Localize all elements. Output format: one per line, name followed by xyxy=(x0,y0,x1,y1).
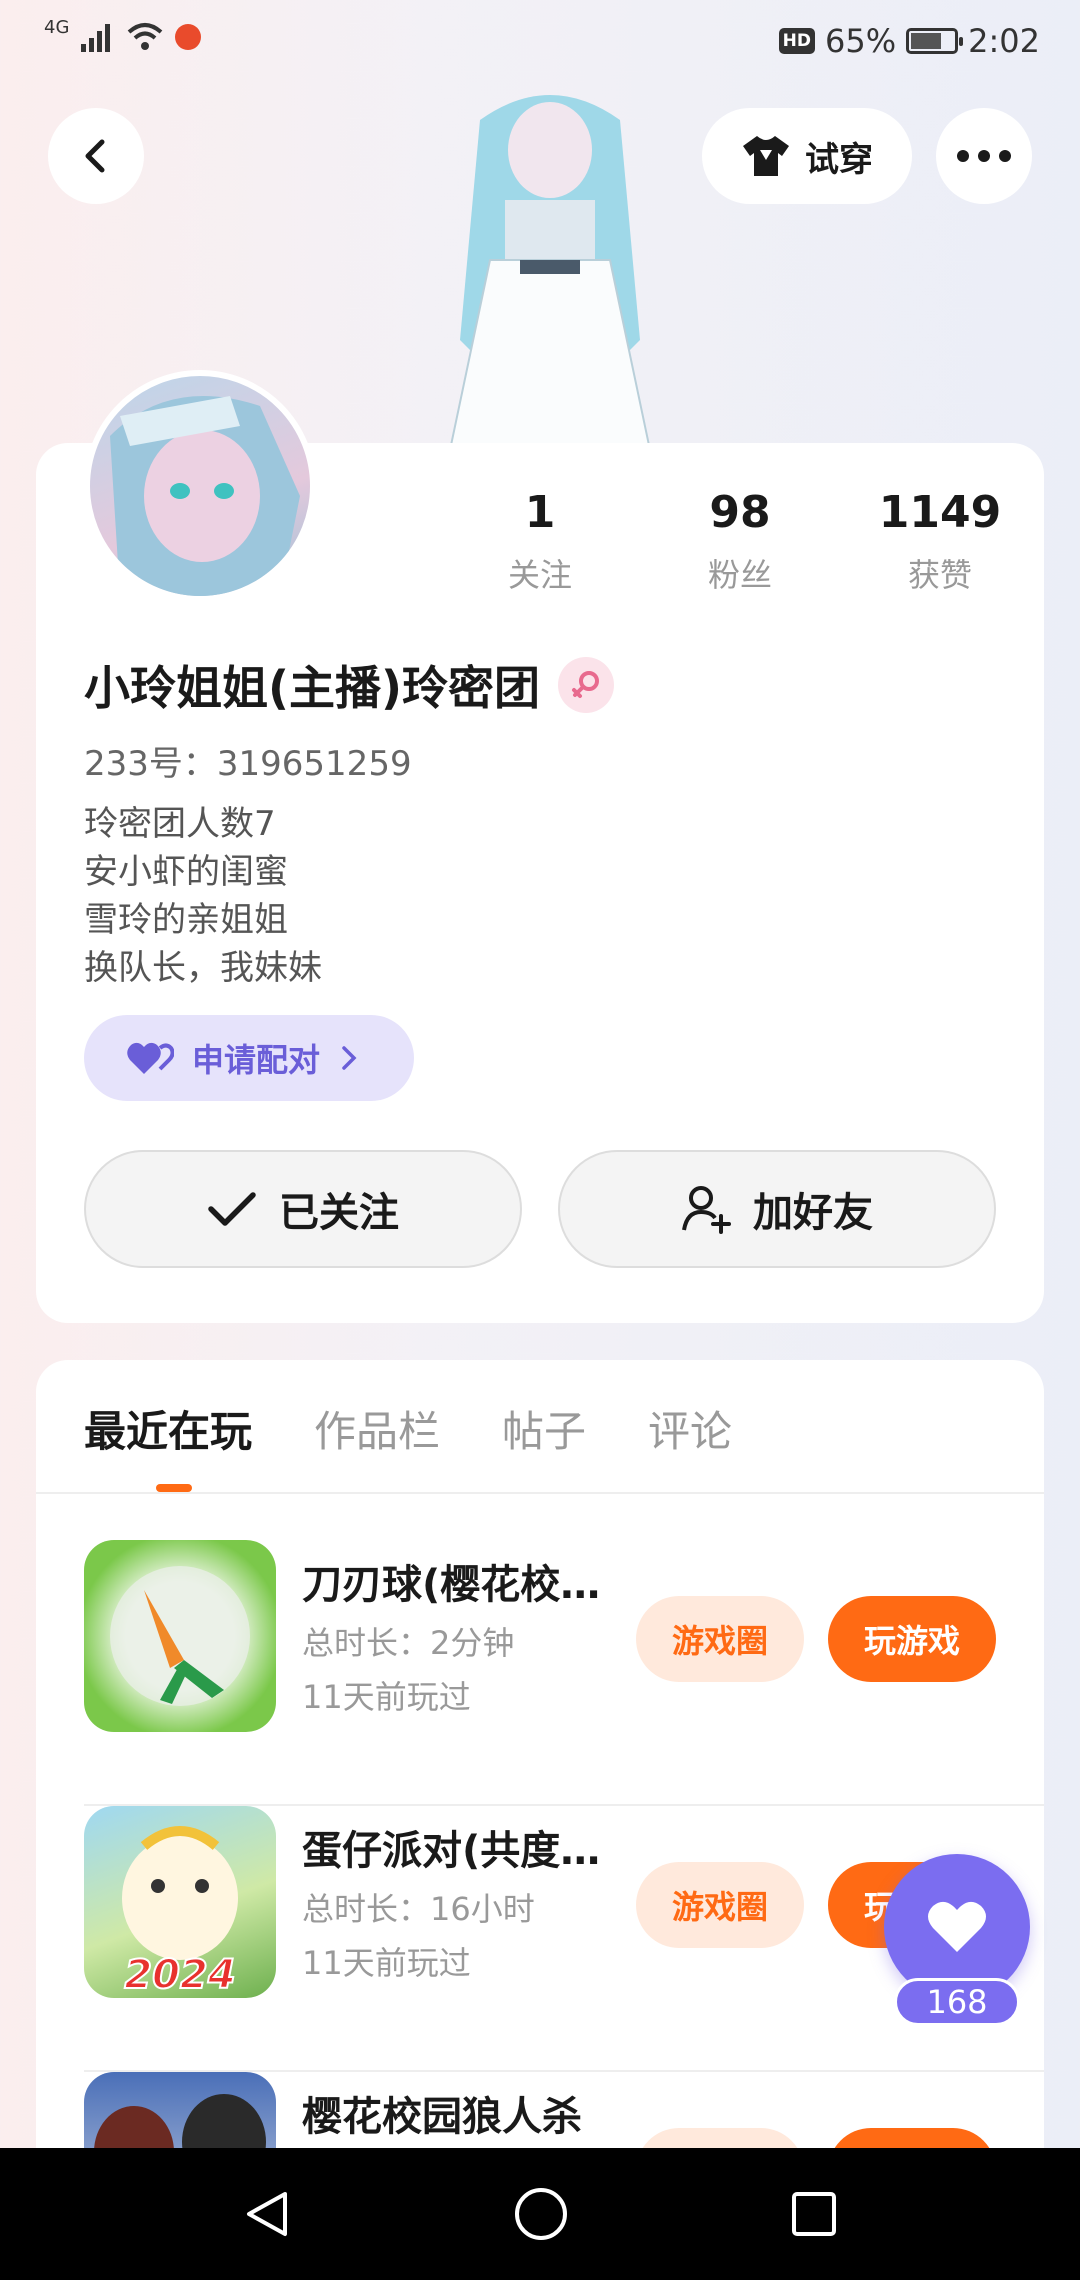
tshirt-icon xyxy=(743,136,789,176)
add-user-icon xyxy=(682,1186,731,1234)
network-type: 4G xyxy=(44,16,70,38)
chevron-left-icon xyxy=(85,139,105,173)
stat-value: 1149 xyxy=(878,487,1002,538)
recents-square-icon[interactable] xyxy=(789,2189,839,2239)
more-dots-icon xyxy=(957,150,1011,162)
stat-fans[interactable]: 98 粉丝 xyxy=(640,486,840,596)
stat-following[interactable]: 1 关注 xyxy=(440,486,640,596)
eggy-year-badge: 2024 xyxy=(124,1952,235,1998)
nickname: 小玲姐姐(主播)玲密团 xyxy=(84,661,541,715)
game-last-played: 11天前玩过 xyxy=(302,1678,471,1716)
more-button[interactable] xyxy=(936,108,1032,204)
profile-tabs: 最近在玩 作品栏 帖子 评论 xyxy=(84,1398,732,1459)
apply-pair-label: 申请配对 xyxy=(192,1041,321,1079)
game-title: 蛋仔派对(共度… xyxy=(302,1828,601,1874)
game-last-played: 11天前玩过 xyxy=(302,1944,471,1982)
game-meta: 总时长：16小时 11天前玩过 xyxy=(302,1882,535,1990)
bio-line: 玲密团人数7 xyxy=(84,804,276,844)
tab-divider xyxy=(36,1492,1044,1494)
tab-recent-play[interactable]: 最近在玩 xyxy=(84,1398,252,1459)
check-icon xyxy=(208,1192,256,1226)
game-title: 刀刃球(樱花校… xyxy=(302,1562,601,1608)
stat-label: 获赞 xyxy=(907,556,972,594)
back-button[interactable] xyxy=(48,108,144,204)
battery-icon xyxy=(906,28,964,54)
heart-icon xyxy=(928,1901,986,1952)
status-bar: 4G HD 65% 2:02 xyxy=(0,0,1080,90)
status-right: HD 65% 2:02 xyxy=(778,22,1040,60)
game-icon[interactable] xyxy=(84,1540,276,1732)
game-icon[interactable]: 2024 xyxy=(84,1806,276,1998)
like-count: 168 xyxy=(894,1978,1020,2026)
game-duration: 总时长：16小时 xyxy=(302,1890,535,1928)
play-game-button[interactable]: 玩游戏 xyxy=(828,1596,996,1682)
stat-label: 粉丝 xyxy=(707,556,772,594)
home-circle-icon[interactable] xyxy=(513,2186,569,2242)
hd-badge: HD xyxy=(778,28,816,54)
add-friend-label: 加好友 xyxy=(753,1190,873,1236)
tab-posts[interactable]: 帖子 xyxy=(502,1398,586,1459)
notification-app-icon xyxy=(175,24,202,50)
double-heart-icon xyxy=(127,1042,174,1074)
system-nav-bar xyxy=(0,2148,1080,2280)
bio-line: 雪玲的亲姐姐 xyxy=(84,900,288,940)
battery-percent: 65% xyxy=(825,22,897,60)
bio: 玲密团人数7 安小虾的闺蜜 雪玲的亲姐姐 换队长，我妹妹 xyxy=(84,800,322,992)
stat-value: 98 xyxy=(709,487,771,538)
clock: 2:02 xyxy=(968,22,1040,60)
bio-line: 换队长，我妹妹 xyxy=(84,948,322,988)
game-circle-button[interactable]: 游戏圈 xyxy=(636,1862,804,1948)
user-id: 233号：319651259 xyxy=(84,744,412,784)
character-figure xyxy=(448,95,652,450)
followed-button[interactable]: 已关注 xyxy=(84,1150,522,1268)
female-gender-icon xyxy=(558,657,615,713)
knife-ball-icon xyxy=(110,1566,250,1706)
followed-label: 已关注 xyxy=(279,1190,399,1236)
active-tab-indicator xyxy=(156,1484,192,1492)
tab-comments[interactable]: 评论 xyxy=(648,1398,732,1459)
stat-likes[interactable]: 1149 获赞 xyxy=(840,486,1040,596)
list-item[interactable]: 刀刃球(樱花校… 总时长：2分钟 11天前玩过 游戏圈 玩游戏 xyxy=(84,1540,1044,1806)
avatar[interactable] xyxy=(84,370,316,602)
game-title: 樱花校园狼人杀 xyxy=(302,2094,582,2140)
try-on-label: 试穿 xyxy=(805,139,873,180)
try-on-button[interactable]: 试穿 xyxy=(702,108,912,204)
game-circle-button[interactable]: 游戏圈 xyxy=(636,1596,804,1682)
eggy-party-icon: 2024 xyxy=(122,1826,238,1998)
signal-icon xyxy=(81,24,111,52)
wifi-icon xyxy=(128,23,163,50)
stat-value: 1 xyxy=(524,487,556,538)
back-triangle-icon[interactable] xyxy=(241,2188,293,2240)
apply-pair-button[interactable]: 申请配对 xyxy=(84,1015,414,1101)
bio-line: 安小虾的闺蜜 xyxy=(84,852,288,892)
stat-label: 关注 xyxy=(507,556,572,594)
profile-stats: 1 关注 98 粉丝 1149 获赞 xyxy=(440,486,1040,596)
nickname-row: 小玲姐姐(主播)玲密团 xyxy=(84,652,615,718)
add-friend-button[interactable]: 加好友 xyxy=(558,1150,996,1268)
game-duration: 总时长：2分钟 xyxy=(302,1624,515,1662)
chevron-right-icon xyxy=(342,1046,357,1070)
game-meta: 总时长：2分钟 11天前玩过 xyxy=(302,1616,514,1724)
battery-fill xyxy=(911,33,942,49)
status-left: 4G xyxy=(44,17,202,52)
avatar-image xyxy=(110,396,300,596)
tab-works[interactable]: 作品栏 xyxy=(314,1398,440,1459)
